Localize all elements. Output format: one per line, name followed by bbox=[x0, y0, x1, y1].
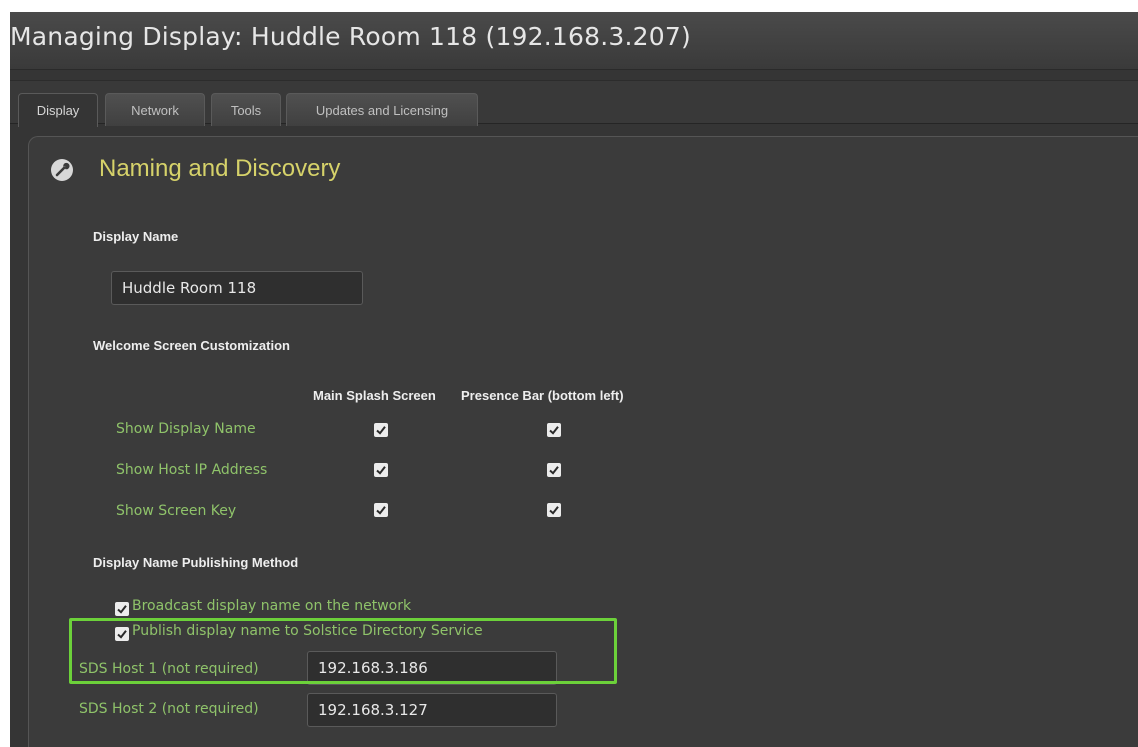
section-title: Naming and Discovery bbox=[99, 155, 341, 182]
show-host-ip-main-checkbox[interactable] bbox=[374, 463, 388, 477]
check-icon bbox=[549, 466, 559, 475]
sds-host-2-label: SDS Host 2 (not required) bbox=[79, 701, 259, 717]
check-icon bbox=[376, 426, 386, 435]
column-header-presence-bar: Presence Bar (bottom left) bbox=[461, 388, 624, 403]
check-icon bbox=[117, 630, 127, 639]
broadcast-label: Broadcast display name on the network bbox=[132, 598, 412, 614]
show-screen-key-presence-checkbox[interactable] bbox=[547, 503, 561, 517]
show-screen-key-label: Show Screen Key bbox=[116, 503, 237, 519]
welcome-customization-label: Welcome Screen Customization bbox=[93, 338, 290, 353]
publish-sds-checkbox[interactable] bbox=[115, 627, 129, 641]
show-screen-key-main-checkbox[interactable] bbox=[374, 503, 388, 517]
show-display-name-label: Show Display Name bbox=[116, 421, 256, 437]
tab-display[interactable]: Display bbox=[18, 93, 98, 127]
tab-tools[interactable]: Tools bbox=[211, 93, 281, 126]
show-host-ip-label: Show Host IP Address bbox=[116, 462, 268, 478]
check-icon bbox=[549, 426, 559, 435]
check-icon bbox=[549, 506, 559, 515]
title-bar: Managing Display: Huddle Room 118 (192.1… bbox=[10, 12, 1138, 70]
check-icon bbox=[376, 466, 386, 475]
check-icon bbox=[117, 605, 127, 614]
display-name-input[interactable] bbox=[111, 271, 363, 305]
wrench-icon bbox=[51, 159, 73, 181]
broadcast-checkbox[interactable] bbox=[115, 602, 129, 616]
sds-host-1-input[interactable] bbox=[307, 651, 557, 685]
tab-updates-and-licensing[interactable]: Updates and Licensing bbox=[286, 93, 478, 126]
column-header-main-splash: Main Splash Screen bbox=[313, 388, 436, 403]
publishing-method-label: Display Name Publishing Method bbox=[93, 555, 299, 570]
window-title: Managing Display: Huddle Room 118 (192.1… bbox=[10, 22, 691, 51]
naming-and-discovery-panel: Naming and Discovery Display Name Welcom… bbox=[28, 136, 1138, 747]
show-display-name-main-checkbox[interactable] bbox=[374, 423, 388, 437]
tab-network[interactable]: Network bbox=[105, 93, 205, 126]
show-display-name-presence-checkbox[interactable] bbox=[547, 423, 561, 437]
sds-host-2-input[interactable] bbox=[307, 693, 557, 727]
sds-host-1-label: SDS Host 1 (not required) bbox=[79, 661, 259, 677]
display-name-label: Display Name bbox=[93, 229, 179, 244]
check-icon bbox=[376, 506, 386, 515]
managing-display-window: Managing Display: Huddle Room 118 (192.1… bbox=[10, 12, 1138, 747]
show-host-ip-presence-checkbox[interactable] bbox=[547, 463, 561, 477]
publish-sds-label: Publish display name to Solstice Directo… bbox=[132, 623, 483, 639]
tab-strip: Display Network Tools Updates and Licens… bbox=[10, 80, 1138, 127]
